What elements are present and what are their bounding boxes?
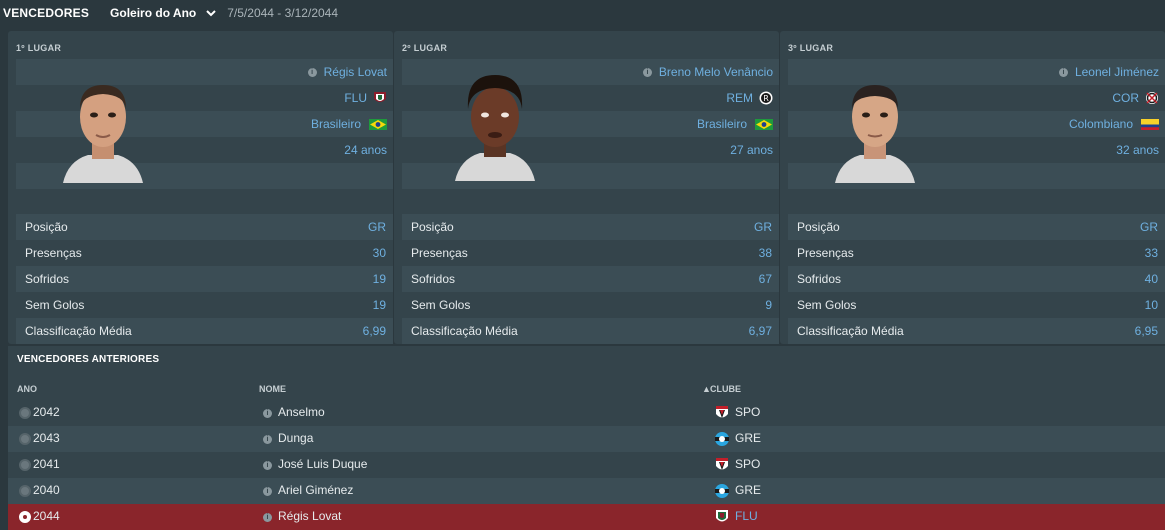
player-name-link[interactable]: Régis Lovat	[324, 65, 387, 79]
player-name-link[interactable]: Breno Melo Venâncio	[659, 65, 773, 79]
age-text: 32 anos	[1116, 143, 1159, 157]
gremio-crest-icon	[715, 484, 729, 498]
previous-winners-panel: VENCEDORES ANTERIORES ANO NOME ▲ CLUBE 2…	[8, 346, 1165, 530]
stats-table: Posição GR Presenças 38 Sofridos 67 Sem Gol…	[402, 214, 779, 344]
radio-icon[interactable]	[19, 407, 31, 419]
stat-row: Presenças 38	[402, 240, 779, 266]
winner-card-3: 3º LUGAR i Leonel Jiménez COR Colombiano …	[780, 31, 1165, 344]
table-row[interactable]: 2040 i Ariel Giménez GRE	[8, 478, 1165, 504]
stat-row: Posição GR	[788, 214, 1165, 240]
winner-card-2: 2º LUGAR i Breno Melo Venâncio REM R Bras…	[394, 31, 779, 344]
nationality-link[interactable]: Colombiano	[1069, 117, 1133, 131]
info-icon[interactable]: i	[307, 67, 317, 77]
info-icon[interactable]: i	[1058, 67, 1068, 77]
fluminense-crest-icon	[374, 92, 386, 102]
player-name-link[interactable]: Leonel Jiménez	[1075, 65, 1159, 79]
club-link[interactable]: SPO	[735, 405, 760, 419]
radio-icon[interactable]	[19, 459, 31, 471]
player-name-link[interactable]: Régis Lovat	[278, 509, 341, 523]
stats-table: Posição GR Presenças 30 Sofridos 19 Sem Gol…	[16, 214, 393, 344]
remo-crest-icon: R	[759, 91, 773, 105]
club-link[interactable]: FLU	[735, 509, 758, 523]
info-icon[interactable]: i	[263, 461, 272, 470]
gremio-crest-icon	[715, 432, 729, 446]
column-name[interactable]: NOME	[259, 384, 286, 394]
nationality-link[interactable]: Brasileiro	[311, 117, 361, 131]
chevron-down-icon[interactable]	[205, 7, 217, 19]
table-row-selected[interactable]: 2044 i Régis Lovat FLU	[8, 504, 1165, 530]
table-row[interactable]: 2041 i José Luis Duque SPO	[8, 452, 1165, 478]
top-bar: VENCEDORES Goleiro do Ano 7/5/2044 - 3/1…	[0, 0, 1165, 26]
player-name-link[interactable]: Anselmo	[278, 405, 325, 419]
player-face-image	[835, 85, 915, 183]
info-icon[interactable]: i	[263, 435, 272, 444]
stat-row: Sofridos 40	[788, 266, 1165, 292]
stat-row: Sofridos 19	[16, 266, 393, 292]
winner-card-1: 1º LUGAR i Régis Lovat FLU Brasileiro 24 …	[8, 31, 393, 344]
table-row[interactable]: 2043 i Dunga GRE	[8, 426, 1165, 452]
club-link[interactable]: FLU	[344, 91, 367, 105]
nationality-link[interactable]: Brasileiro	[697, 117, 747, 131]
table-header: ANO NOME ▲ CLUBE	[8, 380, 1165, 400]
age-text: 27 anos	[730, 143, 773, 157]
place-label: 1º LUGAR	[16, 43, 62, 53]
fluminense-crest-icon	[716, 510, 728, 522]
player-name-link[interactable]: Dunga	[278, 431, 313, 445]
brazil-flag-icon	[755, 118, 773, 130]
sao-paulo-crest-icon	[716, 458, 728, 470]
player-name-link[interactable]: Ariel Giménez	[278, 483, 353, 497]
player-face-image	[63, 85, 143, 183]
table-row[interactable]: 2042 i Anselmo SPO	[8, 400, 1165, 426]
stat-row: Presenças 30	[16, 240, 393, 266]
info-icon[interactable]: i	[263, 513, 272, 522]
club-link[interactable]: REM	[726, 91, 753, 105]
info-icon[interactable]: i	[642, 67, 652, 77]
sao-paulo-crest-icon	[716, 406, 728, 418]
brazil-flag-icon	[369, 118, 387, 130]
column-club[interactable]: CLUBE	[710, 384, 741, 394]
info-icon[interactable]: i	[263, 487, 272, 496]
club-link[interactable]: GRE	[735, 483, 761, 497]
radio-icon[interactable]	[19, 433, 31, 445]
stat-row: Sofridos 67	[402, 266, 779, 292]
stat-row: Classificação Média 6,97	[402, 318, 779, 344]
colombia-flag-icon	[1141, 118, 1159, 130]
section-title: VENCEDORES ANTERIORES	[17, 354, 160, 365]
corinthians-crest-icon	[1146, 92, 1158, 104]
stat-row: Sem Golos 19	[16, 292, 393, 318]
place-label: 2º LUGAR	[402, 43, 448, 53]
stat-row: Presenças 33	[788, 240, 1165, 266]
stats-table: Posição GR Presenças 33 Sofridos 40 Sem Gol…	[788, 214, 1165, 344]
radio-icon[interactable]	[19, 485, 31, 497]
date-range: 7/5/2044 - 3/12/2044	[227, 6, 339, 20]
stat-row: Posição GR	[16, 214, 393, 240]
svg-text:R: R	[763, 94, 769, 103]
club-link[interactable]: GRE	[735, 431, 761, 445]
award-selector[interactable]: Goleiro do Ano	[110, 6, 196, 20]
column-year[interactable]: ANO	[17, 384, 37, 394]
place-label: 3º LUGAR	[788, 43, 834, 53]
stat-row: Sem Golos 9	[402, 292, 779, 318]
club-link[interactable]: SPO	[735, 457, 760, 471]
stat-row: Sem Golos 10	[788, 292, 1165, 318]
radio-selected-icon[interactable]	[19, 511, 31, 523]
player-face-image	[455, 75, 535, 181]
club-link[interactable]: COR	[1112, 91, 1139, 105]
stat-row: Classificação Média 6,99	[16, 318, 393, 344]
stat-row: Posição GR	[402, 214, 779, 240]
info-icon[interactable]: i	[263, 409, 272, 418]
age-text: 24 anos	[344, 143, 387, 157]
stat-row: Classificação Média 6,95	[788, 318, 1165, 344]
player-name-link[interactable]: José Luis Duque	[278, 457, 367, 471]
page-title: VENCEDORES	[3, 6, 90, 20]
